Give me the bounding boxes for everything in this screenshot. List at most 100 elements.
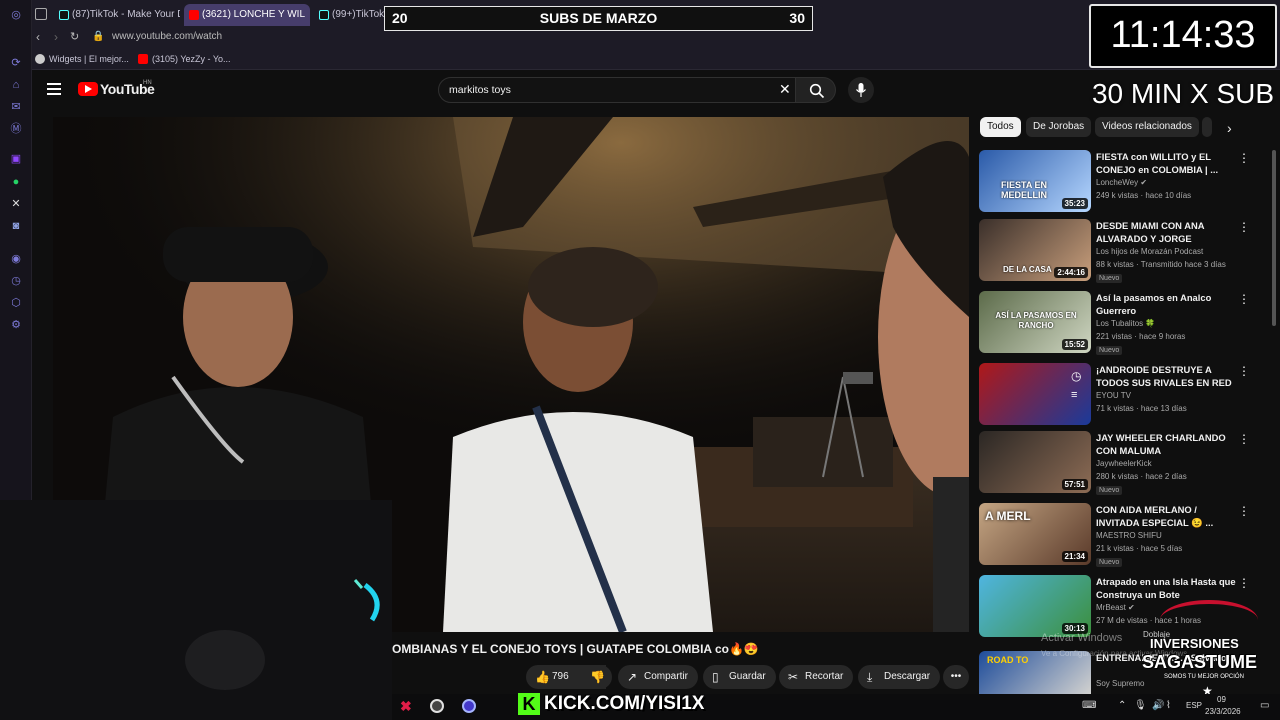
kebab-menu-icon[interactable]: ⋮: [1238, 365, 1250, 377]
taskbar-time[interactable]: 09: [1217, 695, 1226, 704]
kebab-menu-icon[interactable]: ⋮: [1238, 433, 1250, 445]
browser-taskbar-icon[interactable]: [462, 699, 476, 713]
reload-icon[interactable]: ↻: [70, 30, 79, 43]
video-meta: 221 vistas · hace 9 horas: [1096, 332, 1186, 341]
video-title[interactable]: DESDE MIAMI CON ANA ALVARADO Y JORGE COR…: [1096, 219, 1236, 245]
save-button[interactable]: ▯ Guardar: [703, 665, 776, 689]
video-title[interactable]: CON AIDA MERLANO / INVITADA ESPECIAL 😉 .…: [1096, 503, 1236, 529]
channel-name[interactable]: Los Tubalitos 🍀: [1096, 319, 1155, 328]
kebab-menu-icon[interactable]: ⋮: [1238, 505, 1250, 517]
chip-more[interactable]: [1202, 117, 1212, 137]
taskbar-date[interactable]: 23/3/2026: [1205, 707, 1241, 716]
clock-icon[interactable]: ◷: [9, 274, 23, 288]
video-title[interactable]: FIESTA con WILLITO y EL CONEJO en COLOMB…: [1096, 150, 1236, 176]
video-thumbnail[interactable]: ◷ ≡: [979, 363, 1091, 425]
tab-youtube-active[interactable]: (3621) LONCHE Y WIL: [184, 4, 310, 26]
extensions-icon[interactable]: ⬡: [9, 296, 23, 310]
download-button[interactable]: ⤓ Descargar: [858, 665, 941, 689]
whatsapp-icon[interactable]: ●: [9, 175, 23, 189]
obs-icon[interactable]: [430, 699, 444, 713]
settings-icon[interactable]: ⚙: [9, 318, 23, 332]
tab-overview-icon[interactable]: [35, 8, 47, 20]
video-title[interactable]: JAY WHEELER CHARLANDO CON MALUMA: [1096, 431, 1236, 457]
video-thumbnail[interactable]: 30:13: [979, 575, 1091, 637]
more-actions-button[interactable]: •••: [943, 665, 969, 689]
share-button[interactable]: ↗ Compartir: [618, 665, 698, 689]
player-icon[interactable]: ◉: [9, 252, 23, 266]
kebab-menu-icon[interactable]: ⋮: [1238, 293, 1250, 305]
video-title[interactable]: Atrapado en una Isla Hasta que Construya…: [1096, 575, 1236, 601]
clip-button[interactable]: ✂ Recortar: [779, 665, 854, 689]
recommendation-item[interactable]: DE LA CASA 2:44:16 DESDE MIAMI CON ANA A…: [979, 219, 1269, 283]
duration-badge: 35:23: [1061, 198, 1088, 209]
watch-later-icon[interactable]: ◷: [1071, 369, 1081, 383]
bookmark-widgets[interactable]: Widgets | El mejor...: [35, 52, 129, 66]
channel-name[interactable]: MAESTRO SHIFU: [1096, 531, 1162, 540]
like-count: 796: [552, 671, 569, 682]
volume-icon[interactable]: 🔊: [1152, 700, 1164, 711]
url-text[interactable]: www.youtube.com/watch: [112, 31, 222, 42]
video-title[interactable]: Así la pasamos en Analco Guerrero: [1096, 291, 1236, 317]
recommendation-item[interactable]: A MERL 21:34 CON AIDA MERLANO / INVITADA…: [979, 503, 1269, 567]
video-title[interactable]: ¡ANDROIDE DESTRUYE A TODOS SUS RIVALES E…: [1096, 363, 1236, 389]
m-icon[interactable]: Ⓜ: [9, 122, 23, 136]
forward-icon[interactable]: ›: [54, 30, 58, 44]
sponsor-line-3: SOMOS TU MEJOR OPCIÓN: [1164, 674, 1244, 680]
recommendation-item[interactable]: FIESTA EN MEDELLIN 35:23 FIESTA con WILL…: [979, 150, 1269, 214]
chip-related[interactable]: Videos relacionados: [1095, 117, 1199, 137]
menu-icon[interactable]: [47, 83, 61, 95]
chip-all[interactable]: Todos: [980, 117, 1021, 137]
chevron-up-icon[interactable]: ⌃: [1118, 700, 1126, 711]
video-thumbnail[interactable]: ASÍ LA PASAMOS EN RANCHO 15:52: [979, 291, 1091, 353]
scissors-icon: ✂: [788, 670, 799, 684]
video-thumbnail[interactable]: A MERL 21:34: [979, 503, 1091, 565]
notification-icon[interactable]: ▭: [1260, 700, 1269, 711]
video-thumbnail[interactable]: FIESTA EN MEDELLIN 35:23: [979, 150, 1091, 212]
sidebar-scrollbar[interactable]: [1272, 150, 1276, 326]
search-box[interactable]: markitos toys ✕: [438, 77, 796, 103]
sponsor-arc: [1160, 600, 1258, 640]
video-meta: 71 k vistas · hace 13 días: [1096, 404, 1187, 413]
kebab-menu-icon[interactable]: ⋮: [1238, 577, 1250, 589]
video-title: OMBIANAS Y EL CONEJO TOYS | GUATAPE COLO…: [392, 642, 759, 656]
x-icon[interactable]: ✕: [9, 197, 23, 211]
network-icon[interactable]: ⌇: [1166, 700, 1171, 711]
video-thumbnail[interactable]: 57:51: [979, 431, 1091, 493]
keyboard-icon[interactable]: ⌨: [1082, 700, 1096, 711]
video-thumbnail[interactable]: DE LA CASA 2:44:16: [979, 219, 1091, 281]
dislike-button[interactable]: 👎: [582, 665, 612, 689]
history-icon[interactable]: ⟳: [9, 56, 23, 70]
search-button[interactable]: [796, 77, 836, 103]
channel-name[interactable]: Los hijos de Morazán Podcast: [1096, 247, 1203, 256]
clear-search-icon[interactable]: ✕: [779, 81, 791, 98]
browser-logo-icon[interactable]: ◎: [9, 8, 23, 22]
channel-name[interactable]: JaywheelerKick: [1096, 459, 1152, 468]
search-input[interactable]: markitos toys: [449, 84, 511, 96]
channel-name[interactable]: EYOU TV: [1096, 391, 1131, 400]
channel-name[interactable]: LoncheWey ✔: [1096, 178, 1147, 187]
youtube-logo-icon[interactable]: [78, 82, 98, 96]
tab-tiktok-1[interactable]: (87)TikTok - Make Your Da: [54, 4, 180, 26]
voice-search-button[interactable]: [848, 77, 874, 103]
recommendation-item[interactable]: ASÍ LA PASAMOS EN RANCHO 15:52 Así la pa…: [979, 291, 1269, 355]
app-x-icon[interactable]: ✖: [400, 698, 412, 715]
discord-icon[interactable]: ◙: [9, 219, 23, 233]
chip-de-jorobas[interactable]: De Jorobas: [1026, 117, 1092, 137]
channel-name[interactable]: Soy Supremo: [1096, 679, 1144, 688]
tab-label: (87)TikTok - Make Your Da: [72, 9, 180, 20]
language-indicator[interactable]: ESP: [1186, 701, 1202, 710]
kebab-menu-icon[interactable]: ⋮: [1238, 152, 1250, 164]
bag-icon[interactable]: ⌂: [9, 78, 23, 92]
chevron-right-icon[interactable]: ›: [1227, 120, 1232, 136]
bookmark-yezzy[interactable]: (3105) YezZy - Yo...: [138, 52, 231, 66]
messenger-icon[interactable]: ✉: [9, 100, 23, 114]
back-icon[interactable]: ‹: [36, 30, 40, 44]
add-to-queue-icon[interactable]: ≡: [1071, 389, 1077, 401]
kebab-menu-icon[interactable]: ⋮: [1238, 221, 1250, 233]
tab-tiktok-2[interactable]: (99+)TikTok -: [314, 4, 384, 26]
channel-name[interactable]: MrBeast ✔: [1096, 603, 1135, 612]
microphone-tray-icon[interactable]: 🎙: [1134, 700, 1147, 711]
recommendation-item[interactable]: ◷ ≡ ¡ANDROIDE DESTRUYE A TODOS SUS RIVAL…: [979, 363, 1269, 427]
recommendation-item[interactable]: 57:51 JAY WHEELER CHARLANDO CON MALUMA J…: [979, 431, 1269, 495]
twitch-icon[interactable]: ▣: [9, 152, 23, 166]
